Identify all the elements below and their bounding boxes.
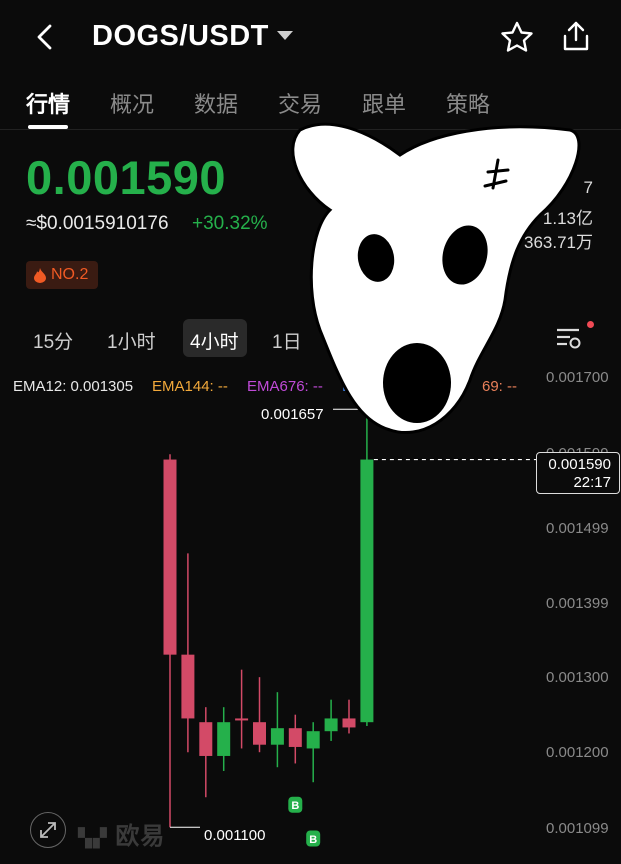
fire-icon xyxy=(34,267,46,283)
y-tick-label: 0.001700 xyxy=(546,369,609,386)
low-price-label: 0.001100 xyxy=(204,827,266,844)
tab-market[interactable]: 行情 xyxy=(26,87,70,119)
tab-strategy[interactable]: 策略 xyxy=(446,87,490,119)
fullscreen-button[interactable] xyxy=(30,812,66,848)
candle-body xyxy=(235,718,249,721)
favorite-star-icon[interactable] xyxy=(500,20,534,59)
buy-marker-label: B xyxy=(291,800,299,812)
candle-body xyxy=(217,722,231,756)
current-price-box: 0.001590 22:17 xyxy=(536,452,620,494)
indicator-settings-icon[interactable] xyxy=(555,325,583,356)
okx-logo-icon: ▚▞ xyxy=(78,828,108,848)
tabs-divider xyxy=(0,129,621,130)
candle-body xyxy=(199,722,213,756)
y-tick-label: 0.001200 xyxy=(546,744,609,761)
tab-data[interactable]: 数据 xyxy=(194,87,238,119)
stat-value-2: 1.13亿 xyxy=(542,209,593,228)
share-icon[interactable] xyxy=(560,18,592,59)
candlestick-chart[interactable]: 0.0017000.0015990.0014990.0013990.001300… xyxy=(0,360,621,864)
candle-body xyxy=(360,459,374,723)
timeframe-1d[interactable]: 1日 xyxy=(272,327,302,354)
pair-title[interactable]: DOGS/USDT xyxy=(92,20,269,53)
candle-body xyxy=(342,718,356,728)
timeframe-1h[interactable]: 1小时 xyxy=(107,327,156,354)
back-button[interactable] xyxy=(30,20,60,54)
rank-badge[interactable]: NO.2 xyxy=(26,261,99,289)
rank-badge-label: NO.2 xyxy=(51,266,89,283)
candle-countdown: 22:17 xyxy=(573,474,611,491)
stat-value-1: 7 xyxy=(583,178,593,197)
candle-body xyxy=(270,728,284,745)
candle-body xyxy=(163,459,177,655)
candle-body xyxy=(288,728,302,747)
candle-body xyxy=(253,722,266,745)
watermark-logo: ▚▞ 欧易 xyxy=(78,816,165,851)
tab-overview[interactable]: 概况 xyxy=(110,87,154,119)
usd-price: ≈$0.0015910176 xyxy=(26,213,169,234)
candle-body xyxy=(306,731,320,749)
high-price-label: 0.001657 xyxy=(261,406,324,423)
y-tick-label: 0.001399 xyxy=(546,595,609,612)
y-tick-label: 0.001499 xyxy=(546,520,609,537)
timeframe-4h[interactable]: 4小时 xyxy=(190,327,239,354)
notification-dot xyxy=(587,321,594,328)
watermark-logo-text: 欧易 xyxy=(115,823,166,850)
y-tick-label: 0.001099 xyxy=(546,820,609,837)
candle-body xyxy=(181,654,195,719)
expand-icon xyxy=(40,822,56,838)
back-arrow-icon xyxy=(37,24,52,50)
y-tick-label: 0.001300 xyxy=(546,669,609,686)
tab-copy-trade[interactable]: 跟单 xyxy=(362,87,406,119)
last-price: 0.001590 xyxy=(26,151,227,204)
timeframe-15m[interactable]: 15分 xyxy=(33,327,73,354)
main-tabs: 行情 概况 数据 交易 跟单 策略 xyxy=(0,82,621,129)
stat-value-3: 363.71万 xyxy=(524,233,593,252)
buy-marker-label: B xyxy=(309,834,317,846)
candle-body xyxy=(324,718,338,732)
price-change: +30.32% xyxy=(192,213,268,234)
tab-trade[interactable]: 交易 xyxy=(278,87,322,119)
current-price-value: 0.001590 xyxy=(548,456,611,473)
pair-dropdown-icon[interactable] xyxy=(277,30,293,48)
